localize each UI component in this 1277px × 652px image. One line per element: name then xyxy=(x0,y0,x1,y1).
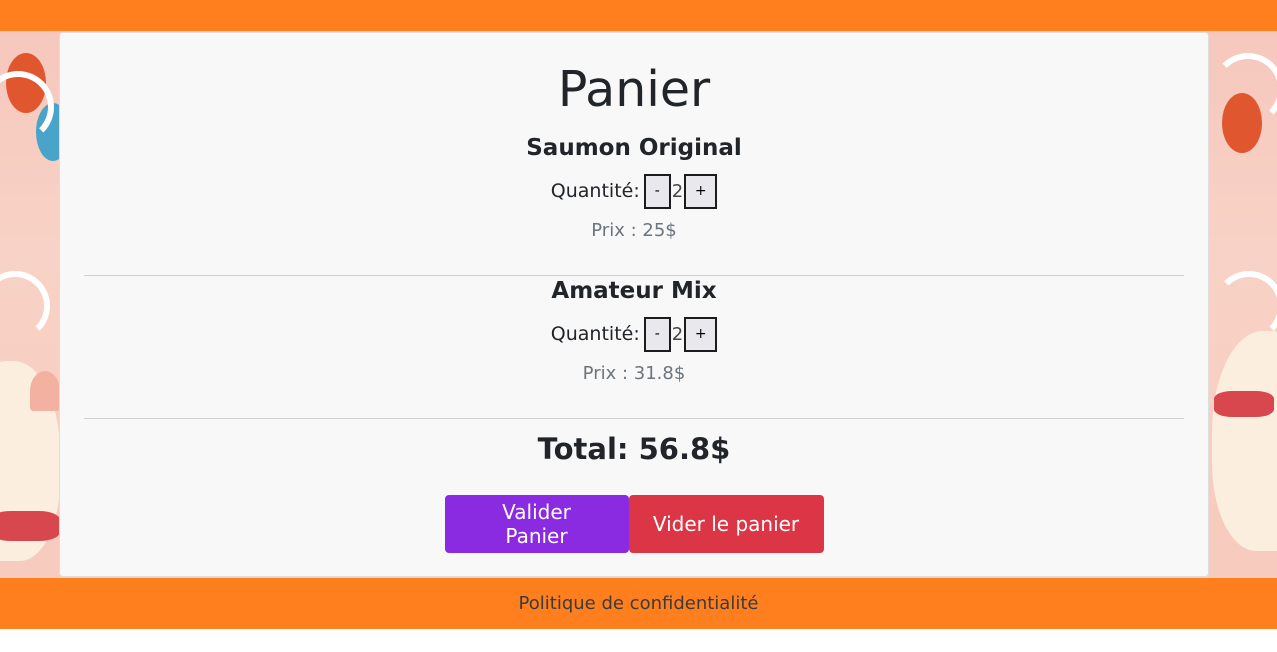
item-name: Amateur Mix xyxy=(551,278,717,304)
clear-cart-button[interactable]: Vider le panier xyxy=(628,495,824,553)
privacy-policy-link[interactable]: Politique de confidentialité xyxy=(519,593,759,614)
wave-icon xyxy=(0,271,50,341)
item-price: Prix : 31.8$ xyxy=(582,363,686,384)
decrement-button[interactable]: - xyxy=(643,316,671,352)
item-name: Saumon Original xyxy=(526,135,742,161)
footer: Politique de confidentialité xyxy=(0,578,1277,629)
item-price: Prix : 25$ xyxy=(591,220,677,241)
quantity-label: Quantité: xyxy=(550,323,640,345)
quantity-stepper: Quantité: - 2 + xyxy=(84,316,1184,352)
quantity-label: Quantité: xyxy=(550,180,640,202)
quantity-stepper: Quantité: - 2 + xyxy=(84,173,1184,209)
cart-item: Amateur Mix Quantité: - 2 + Prix : 31.8$ xyxy=(84,276,1184,419)
red-collar xyxy=(1214,391,1274,417)
lantern-icon xyxy=(1222,93,1262,153)
validate-cart-button[interactable]: Valider Panier xyxy=(444,495,629,553)
lucky-cat-icon xyxy=(1212,331,1277,551)
decrement-button[interactable]: - xyxy=(643,173,671,209)
page-title: Panier xyxy=(557,61,711,118)
cat-ear-icon xyxy=(30,371,60,411)
top-bar xyxy=(0,0,1277,31)
divider xyxy=(84,418,1184,419)
quantity-value: 2 xyxy=(671,180,684,202)
increment-button[interactable]: + xyxy=(684,316,718,352)
cart-total: Total: 56.8$ xyxy=(537,432,731,466)
increment-button[interactable]: + xyxy=(684,173,718,209)
red-collar xyxy=(0,511,60,541)
cart-actions: Valider Panier Vider le panier xyxy=(60,495,1208,553)
cart-item: Saumon Original Quantité: - 2 + Prix : 2… xyxy=(84,133,1184,276)
quantity-value: 2 xyxy=(671,323,684,345)
cart-card: Panier Saumon Original Quantité: - 2 + P… xyxy=(59,32,1209,577)
